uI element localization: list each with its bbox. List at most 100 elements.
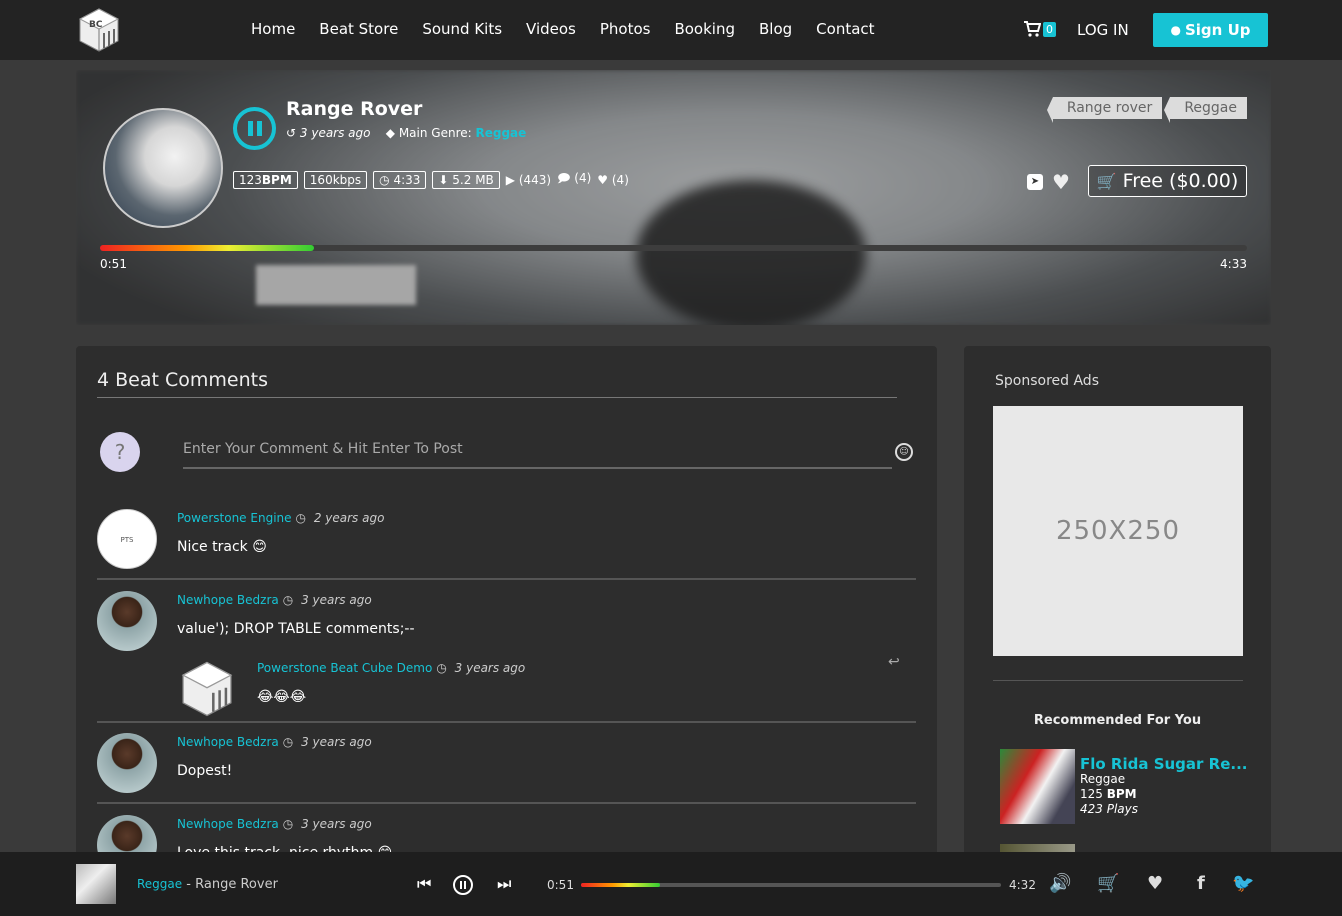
comment-time: 2 years ago bbox=[313, 511, 385, 525]
sidebar: Sponsored Ads 250X250 Recommended For Yo… bbox=[964, 346, 1271, 866]
nav-sound-kits[interactable]: Sound Kits bbox=[422, 20, 502, 38]
nav-videos[interactable]: Videos bbox=[526, 20, 576, 38]
pause-icon bbox=[459, 881, 467, 889]
beat-hero: Range Rover ↺ 3 years ago ◆ Main Genre: … bbox=[76, 70, 1271, 325]
bpm-value: 123 bbox=[239, 172, 262, 187]
comment-text: value'); DROP TABLE comments;-- bbox=[177, 621, 415, 637]
comment-author[interactable]: Newhope Bedzra bbox=[177, 817, 279, 831]
play-icon: ▶ bbox=[505, 172, 516, 187]
top-nav: BC Home Beat Store Sound Kits Videos Pho… bbox=[0, 0, 1342, 60]
nav-home[interactable]: Home bbox=[251, 20, 295, 38]
user-icon: ● bbox=[1170, 23, 1181, 37]
nav-photos[interactable]: Photos bbox=[600, 20, 651, 38]
likes-value: (4) bbox=[611, 172, 629, 187]
beat-tags: Range rover Reggae bbox=[1046, 97, 1247, 123]
player-progress-fill bbox=[581, 883, 660, 887]
tag-reggae[interactable]: Reggae bbox=[1164, 97, 1247, 123]
cart-count-badge: 0 bbox=[1043, 21, 1056, 37]
nav-beat-store[interactable]: Beat Store bbox=[319, 20, 398, 38]
previous-icon[interactable]: ⏮ bbox=[417, 874, 431, 894]
hero-progress-bar[interactable] bbox=[100, 245, 1247, 251]
player-total-time: 4:32 bbox=[1009, 878, 1036, 892]
heart-icon[interactable]: ♥ bbox=[1147, 873, 1163, 894]
clock-icon: ◷ bbox=[436, 661, 447, 675]
pause-icon bbox=[247, 121, 262, 136]
twitter-icon[interactable]: 🐦 bbox=[1232, 873, 1254, 894]
cart-plus-icon[interactable]: 🛒 bbox=[1097, 873, 1119, 894]
recommended-title[interactable]: Flo Rida Sugar Re... bbox=[1080, 755, 1247, 773]
recommended-bpm: 125 BPM bbox=[1080, 787, 1138, 802]
nav-blog[interactable]: Blog bbox=[759, 20, 792, 38]
comment-input[interactable]: Enter Your Comment & Hit Enter To Post bbox=[183, 441, 892, 469]
logo-text: BC bbox=[89, 20, 103, 30]
player-artwork bbox=[76, 864, 116, 904]
duration-value: 4:33 bbox=[393, 172, 421, 187]
emoji-icon[interactable]: ☺ bbox=[895, 443, 913, 461]
comments-heading: 4 Beat Comments bbox=[97, 369, 268, 391]
cart-button[interactable]: 0 bbox=[1023, 20, 1056, 38]
login-link[interactable]: LOG IN bbox=[1077, 21, 1129, 39]
divider bbox=[97, 802, 916, 804]
reply-text: 😂😂😂 bbox=[257, 689, 307, 705]
genre-link[interactable]: Reggae bbox=[476, 126, 527, 140]
nav-booking[interactable]: Booking bbox=[674, 20, 735, 38]
beat-meta: ↺ 3 years ago ◆ Main Genre: Reggae bbox=[286, 126, 526, 140]
clock-icon: ◷ bbox=[282, 735, 294, 749]
comment-author[interactable]: Newhope Bedzra bbox=[177, 735, 279, 749]
divider bbox=[993, 680, 1243, 681]
recommended-bpm-value: 125 bbox=[1080, 787, 1103, 801]
heart-icon: ♥ bbox=[597, 172, 609, 187]
size-value: 5.2 MB bbox=[452, 172, 494, 187]
tag-range-rover[interactable]: Range rover bbox=[1046, 97, 1163, 123]
download-icon: ⬇ bbox=[438, 172, 449, 187]
avatar bbox=[97, 733, 157, 793]
comment-text: Dopest! bbox=[177, 763, 233, 779]
history-icon: ↺ bbox=[286, 126, 297, 140]
add-to-cart-button[interactable]: 🛒 Free ($0.00) bbox=[1088, 165, 1247, 197]
reply-time: 3 years ago bbox=[454, 661, 526, 675]
download-pill[interactable]: ⬇ 5.2 MB bbox=[432, 170, 500, 189]
nav-contact[interactable]: Contact bbox=[816, 20, 874, 38]
player-pause-button[interactable] bbox=[453, 875, 473, 895]
comment-author[interactable]: Powerstone Engine bbox=[177, 511, 292, 525]
comment-author[interactable]: Newhope Bedzra bbox=[177, 593, 279, 607]
facebook-icon[interactable]: f bbox=[1197, 873, 1205, 894]
reply-icon[interactable]: ↩ bbox=[888, 654, 900, 670]
recommended-bpm-unit: BPM bbox=[1106, 787, 1137, 801]
player-genre[interactable]: Reggae bbox=[137, 877, 182, 891]
reply-avatar bbox=[181, 661, 233, 717]
beat-cube-logo[interactable]: BC bbox=[78, 7, 120, 53]
signup-button[interactable]: ● Sign Up bbox=[1153, 13, 1268, 47]
reply-author[interactable]: Powerstone Beat Cube Demo bbox=[257, 661, 432, 675]
player-progress-bar[interactable] bbox=[581, 883, 1001, 887]
share-icon[interactable]: ➤ bbox=[1027, 174, 1043, 190]
reply-header: Powerstone Beat Cube Demo ◷ 3 years ago bbox=[257, 661, 525, 675]
hero-pause-button[interactable] bbox=[233, 107, 276, 150]
hero-total-time: 4:33 bbox=[1220, 257, 1247, 271]
recommended-artwork[interactable] bbox=[1000, 749, 1075, 824]
player-title: Range Rover bbox=[195, 877, 278, 892]
recommended-meta: Reggae 125 BPM 423 Plays bbox=[1080, 772, 1138, 817]
divider bbox=[97, 397, 897, 398]
divider bbox=[97, 721, 916, 723]
guest-avatar: ? bbox=[100, 432, 140, 472]
recommended-genre: Reggae bbox=[1080, 772, 1126, 786]
duration-pill: ◷ 4:33 bbox=[373, 170, 427, 189]
avatar bbox=[97, 591, 157, 651]
bottom-player: Reggae - Range Rover ⏮ ⏭ 0:51 4:32 🔊 🛒 ♥… bbox=[0, 852, 1342, 916]
next-icon[interactable]: ⏭ bbox=[497, 874, 511, 894]
comment-icon: 🗩 bbox=[557, 171, 571, 185]
comment-time: 3 years ago bbox=[301, 817, 372, 831]
signup-label: Sign Up bbox=[1184, 21, 1251, 39]
cart-icon bbox=[1024, 21, 1041, 37]
player-track: Reggae - Range Rover bbox=[137, 877, 278, 892]
ads-heading: Sponsored Ads bbox=[995, 373, 1099, 389]
comments-panel: 4 Beat Comments ? Enter Your Comment & H… bbox=[76, 346, 937, 866]
ad-placeholder[interactable]: 250X250 bbox=[993, 406, 1243, 656]
plays-stat: ▶ (443) bbox=[506, 173, 551, 187]
volume-icon[interactable]: 🔊 bbox=[1049, 873, 1071, 894]
beat-artwork bbox=[103, 108, 223, 228]
comment-time: 3 years ago bbox=[301, 593, 372, 607]
bitrate-pill: 160kbps bbox=[303, 170, 368, 189]
favorite-heart-icon[interactable]: ♥ bbox=[1052, 170, 1070, 194]
